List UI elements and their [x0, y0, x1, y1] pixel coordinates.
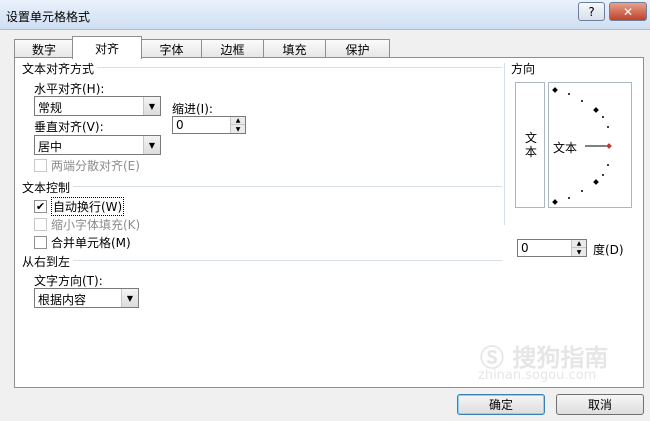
dial-dot — [581, 100, 583, 102]
title-bar: 设置单元格格式 ? ✕ — [0, 0, 650, 30]
shrink-to-fit-checkbox[interactable]: 缩小字体填充(K) — [34, 216, 140, 232]
wrap-text-checkbox[interactable]: ✔ 自动换行(W) — [34, 196, 125, 216]
chevron-down-icon: ▼ — [121, 289, 138, 307]
tab-font[interactable]: 字体 — [141, 39, 202, 58]
chevron-down-icon: ▼ — [143, 97, 160, 115]
tab-alignment[interactable]: 对齐 — [72, 36, 142, 59]
distributed-checkbox[interactable]: 两端分散对齐(E) — [34, 157, 140, 173]
indent-spinner[interactable]: 0 ▲ ▼ — [172, 116, 246, 134]
cancel-button[interactable]: 取消 — [556, 394, 644, 415]
rtl-heading: 从右到左 — [22, 253, 71, 270]
dial-dot — [607, 126, 609, 128]
chevron-down-icon: ▼ — [143, 136, 160, 154]
dial-handle — [606, 143, 612, 149]
horizontal-label: 水平对齐(H): — [34, 82, 105, 96]
horizontal-select[interactable]: 常规 ▼ — [34, 96, 161, 116]
dial-dot — [568, 197, 570, 199]
spin-up-icon[interactable]: ▲ — [572, 240, 586, 248]
dial-dot — [602, 116, 604, 118]
tab-number[interactable]: 数字 — [14, 39, 74, 58]
tab-protection[interactable]: 保护 — [325, 39, 390, 58]
merge-cells-checkbox[interactable]: 合并单元格(M) — [34, 234, 131, 250]
dial-dot — [607, 164, 609, 166]
orientation-control: 文本 文本 — [515, 82, 632, 208]
help-icon: ? — [588, 4, 595, 19]
dial-dot — [581, 190, 583, 192]
checkmark-icon: ✔ — [34, 199, 47, 213]
dial-marker — [552, 87, 558, 93]
vertical-text-toggle[interactable]: 文本 — [515, 82, 545, 208]
divider — [97, 67, 502, 68]
orientation-dial[interactable]: 文本 — [548, 82, 632, 208]
window-title: 设置单元格格式 — [6, 10, 91, 24]
close-button[interactable]: ✕ — [609, 2, 647, 21]
vertical-select[interactable]: 居中 ▼ — [34, 135, 161, 155]
degrees-spinner[interactable]: 0 ▲ ▼ — [517, 239, 587, 257]
spin-down-icon[interactable]: ▼ — [231, 125, 245, 133]
format-cells-dialog: 数字 对齐 字体 边框 填充 保护 文本对齐方式 水平对齐(H): 常规 ▼ 缩… — [0, 30, 650, 421]
text-direction-select[interactable]: 根据内容 ▼ — [34, 288, 139, 308]
divider — [73, 260, 502, 261]
dial-dot — [568, 93, 570, 95]
close-icon: ✕ — [622, 4, 634, 19]
spin-up-icon[interactable]: ▲ — [231, 117, 245, 125]
text-alignment-heading: 文本对齐方式 — [22, 60, 95, 77]
dial-marker — [552, 199, 558, 205]
dial-marker — [593, 179, 599, 185]
tab-fill[interactable]: 填充 — [263, 39, 326, 58]
dial-marker — [593, 107, 599, 113]
tab-border[interactable]: 边框 — [201, 39, 264, 58]
dial-text: 文本 — [553, 141, 578, 155]
spin-down-icon[interactable]: ▼ — [572, 248, 586, 256]
degrees-label: 度(D) — [593, 243, 624, 257]
text-direction-label: 文字方向(T): — [34, 274, 103, 288]
vertical-label: 垂直对齐(V): — [34, 120, 104, 134]
divider — [504, 63, 505, 225]
divider — [73, 186, 502, 187]
text-control-heading: 文本控制 — [22, 179, 71, 196]
dial-dot — [602, 174, 604, 176]
ok-button[interactable]: 确定 — [457, 394, 545, 415]
help-button[interactable]: ? — [578, 2, 605, 21]
orientation-heading: 方向 — [511, 60, 536, 77]
indent-label: 缩进(I): — [172, 102, 213, 116]
